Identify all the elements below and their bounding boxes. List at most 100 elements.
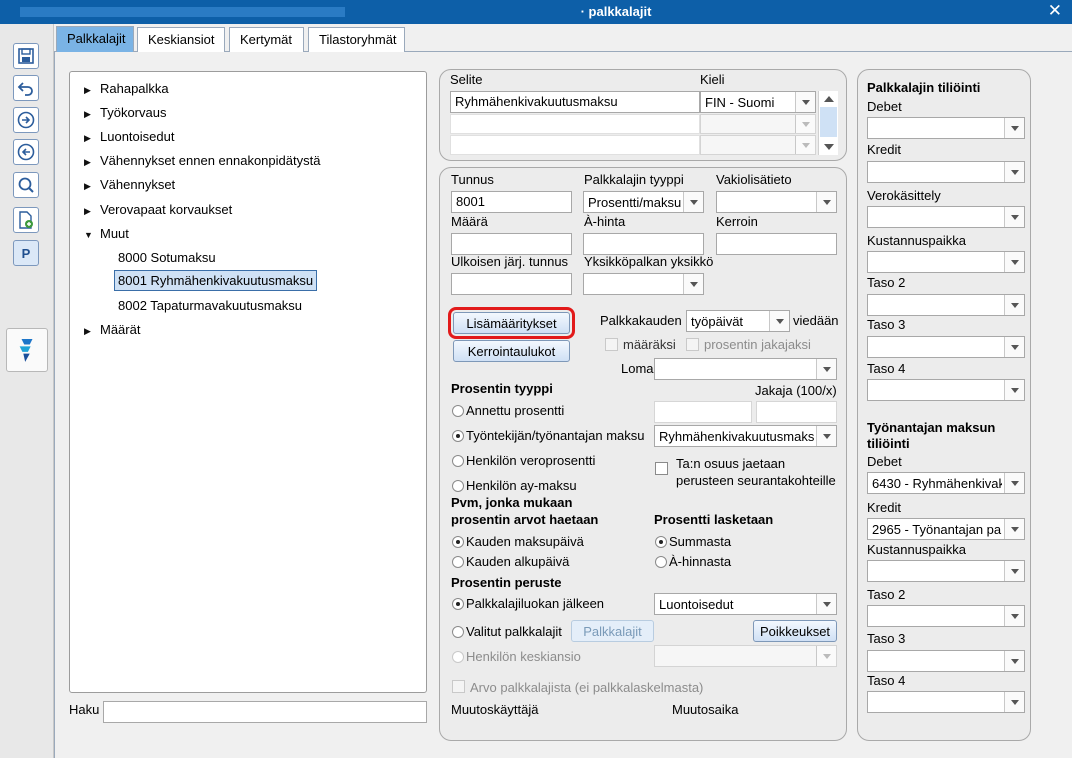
tree-item-rahapalkka[interactable]: ▶ Rahapalkka bbox=[84, 81, 169, 96]
expand-arrow-icon[interactable]: ▶ bbox=[84, 133, 100, 144]
kredit-select[interactable] bbox=[867, 161, 1025, 183]
expand-arrow-icon[interactable]: ▶ bbox=[84, 326, 100, 337]
chevron-down-icon[interactable] bbox=[1004, 252, 1024, 272]
tree-item-8001-selected[interactable]: 8001 Ryhmähenkivakuutusmaksu bbox=[114, 270, 318, 291]
chevron-down-icon[interactable] bbox=[816, 426, 836, 446]
yksikko-select[interactable] bbox=[583, 273, 704, 295]
poikkeukset-button[interactable]: Poikkeukset bbox=[753, 620, 837, 642]
p-button[interactable]: P bbox=[13, 240, 39, 266]
tree-item-maarat[interactable]: ▶ Määrät bbox=[84, 322, 140, 337]
vakio-select[interactable] bbox=[716, 191, 837, 213]
collapse-arrow-icon[interactable]: ▼ bbox=[84, 230, 100, 240]
chevron-down-icon[interactable] bbox=[1004, 207, 1024, 227]
taso3-select[interactable] bbox=[867, 336, 1025, 358]
chevron-down-icon[interactable] bbox=[816, 594, 836, 614]
ta-osuus-checkbox[interactable] bbox=[655, 462, 668, 475]
annettu-prosentti-radio[interactable] bbox=[452, 405, 464, 417]
palkkalaji-tree[interactable]: ▶ Rahapalkka ▶ Työkorvaus ▶ Luontoisedut ▶ V… bbox=[69, 71, 427, 693]
ulkoinen-input[interactable] bbox=[451, 273, 572, 295]
keskiansio-radio[interactable] bbox=[452, 651, 464, 663]
kerrointaulukot-button[interactable]: Kerrointaulukot bbox=[453, 340, 570, 362]
tyyppi-select[interactable]: Prosentti/maksu bbox=[583, 191, 704, 213]
ta-kustannuspaikka-select[interactable] bbox=[867, 560, 1025, 582]
selite-row1-input[interactable]: Ryhmähenkivakuutusmaksu bbox=[450, 91, 700, 113]
valitut-radio[interactable] bbox=[452, 626, 464, 638]
ta-kredit-select[interactable]: 2965 - Työnantajan palkkamaksut bbox=[867, 518, 1025, 540]
new-document-button[interactable] bbox=[13, 207, 39, 233]
chevron-down-icon[interactable] bbox=[1004, 651, 1024, 671]
haku-input[interactable] bbox=[103, 701, 427, 723]
verokasittely-select[interactable] bbox=[867, 206, 1025, 228]
tree-item-muut[interactable]: ▼ Muut bbox=[84, 226, 129, 241]
tab-tilastoryhmat[interactable]: Tilastoryhmät bbox=[308, 27, 405, 52]
tree-item-vahennykset-ennen[interactable]: ▶ Vähennykset ennen ennakonpidätystä bbox=[84, 153, 320, 168]
ta-taso4-select[interactable] bbox=[867, 691, 1025, 713]
tree-item-8000[interactable]: 8000 Sotumaksu bbox=[118, 250, 216, 265]
jakajaksi-checkbox[interactable] bbox=[686, 338, 699, 351]
kieli-row2-select[interactable] bbox=[700, 114, 816, 134]
ahinnasta-radio[interactable] bbox=[655, 556, 667, 568]
palkkalajiluokan-select[interactable]: Luontoisedut bbox=[654, 593, 837, 615]
forward-button[interactable] bbox=[13, 107, 39, 133]
maara-input[interactable] bbox=[451, 233, 572, 255]
expand-arrow-icon[interactable]: ▶ bbox=[84, 109, 100, 120]
chevron-down-icon[interactable] bbox=[1004, 337, 1024, 357]
chevron-down-icon[interactable] bbox=[1004, 295, 1024, 315]
tyontekijan-maksu-select[interactable]: Ryhmähenkivakuutusmaksu bbox=[654, 425, 837, 447]
ta-taso3-select[interactable] bbox=[867, 650, 1025, 672]
maksupaiva-radio[interactable] bbox=[452, 536, 464, 548]
lisamaaritykset-button[interactable]: Lisämääritykset bbox=[448, 307, 575, 339]
jakaja-input[interactable] bbox=[756, 401, 837, 423]
kustannuspaikka-select[interactable] bbox=[867, 251, 1025, 273]
chevron-down-icon[interactable] bbox=[1004, 162, 1024, 182]
save-button[interactable] bbox=[13, 43, 39, 69]
chevron-down-icon[interactable] bbox=[816, 192, 836, 212]
search-button[interactable] bbox=[13, 172, 39, 198]
palkkakauden-select[interactable]: työpäivät bbox=[686, 310, 790, 332]
chevron-down-icon[interactable] bbox=[683, 274, 703, 294]
maaraksi-checkbox[interactable] bbox=[605, 338, 618, 351]
tree-item-luontoisedut[interactable]: ▶ Luontoisedut bbox=[84, 129, 174, 144]
tree-item-verovapaat[interactable]: ▶ Verovapaat korvaukset bbox=[84, 202, 232, 217]
ahinta-input[interactable] bbox=[583, 233, 704, 255]
chevron-down-icon[interactable] bbox=[683, 192, 703, 212]
tree-item-8002[interactable]: 8002 Tapaturmavakuutusmaksu bbox=[118, 298, 302, 313]
tree-item-vahennykset[interactable]: ▶ Vähennykset bbox=[84, 177, 175, 192]
app-logo-icon[interactable] bbox=[6, 328, 48, 372]
chevron-down-icon[interactable] bbox=[1004, 606, 1024, 626]
taso4-select[interactable] bbox=[867, 379, 1025, 401]
selite-row3-input[interactable] bbox=[450, 135, 700, 155]
scroll-thumb[interactable] bbox=[820, 107, 837, 137]
debet-select[interactable] bbox=[867, 117, 1025, 139]
chevron-down-icon[interactable] bbox=[1004, 561, 1024, 581]
keskiansio-select[interactable] bbox=[654, 645, 837, 667]
prosentti-input[interactable] bbox=[654, 401, 752, 423]
kieli-row3-select[interactable] bbox=[700, 135, 816, 155]
scroll-down-icon[interactable] bbox=[824, 144, 834, 150]
chevron-down-icon[interactable] bbox=[816, 359, 836, 379]
scroll-up-icon[interactable] bbox=[824, 96, 834, 102]
tyontekijan-maksu-radio[interactable] bbox=[452, 430, 464, 442]
chevron-down-icon[interactable] bbox=[1004, 473, 1024, 493]
chevron-down-icon[interactable] bbox=[1004, 692, 1024, 712]
palkkalajiluokan-radio[interactable] bbox=[452, 598, 464, 610]
ta-taso2-select[interactable] bbox=[867, 605, 1025, 627]
undo-button[interactable] bbox=[13, 75, 39, 101]
selite-row2-input[interactable] bbox=[450, 114, 700, 134]
expand-arrow-icon[interactable]: ▶ bbox=[84, 206, 100, 217]
palkkalajit-button[interactable]: Palkkalajit bbox=[571, 620, 654, 642]
taso2-select[interactable] bbox=[867, 294, 1025, 316]
chevron-down-icon[interactable] bbox=[769, 311, 789, 331]
veroprosentti-radio[interactable] bbox=[452, 455, 464, 467]
ta-debet-select[interactable]: 6430 - Ryhmähenkivakuutusmaksu bbox=[867, 472, 1025, 494]
ay-maksu-radio[interactable] bbox=[452, 480, 464, 492]
loma-select[interactable] bbox=[654, 358, 837, 380]
selite-scrollbar[interactable] bbox=[818, 91, 838, 155]
summasta-radio[interactable] bbox=[655, 536, 667, 548]
tab-kertymat[interactable]: Kertymät bbox=[229, 27, 304, 52]
chevron-down-icon[interactable] bbox=[1004, 380, 1024, 400]
close-icon[interactable]: ✕ bbox=[1048, 2, 1062, 20]
chevron-down-icon[interactable] bbox=[795, 92, 815, 112]
back-button[interactable] bbox=[13, 139, 39, 165]
arvo-checkbox[interactable] bbox=[452, 680, 465, 693]
